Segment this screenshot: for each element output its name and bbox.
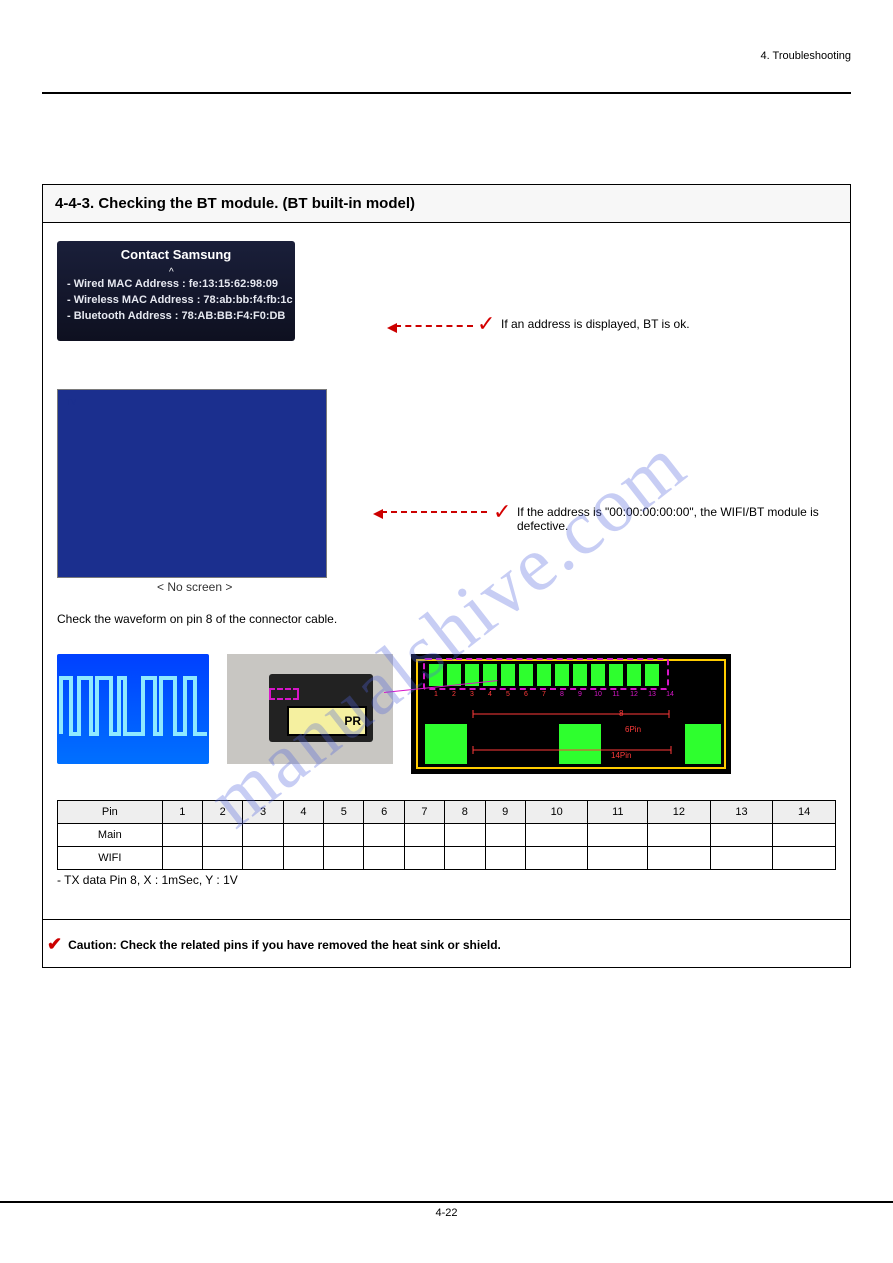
no-screen-caption: < No screen > — [157, 580, 836, 594]
svg-text:2: 2 — [452, 691, 456, 698]
caution-text: Caution: Check the related pins if you h… — [68, 938, 501, 952]
svg-text:6: 6 — [524, 691, 528, 698]
module-pr-label: PR — [287, 706, 367, 736]
pin-table: Pin1234567891011121314 Main WIFI — [57, 800, 836, 870]
svg-text:6Pin: 6Pin — [625, 725, 641, 734]
step3-label: Check the waveform on pin 8 of the conne… — [57, 612, 836, 626]
bt-mac: - Bluetooth Address : 78:AB:BB:F4:F0:DB — [67, 309, 293, 325]
table-row: Main — [58, 824, 836, 847]
wireless-mac: - Wireless MAC Address : 78:ab:bb:f4:fb:… — [67, 293, 293, 309]
svg-text:13: 13 — [648, 691, 656, 698]
pin-row-highlight — [423, 658, 669, 690]
wired-mac: - Wired MAC Address : fe:13:15:62:98:09 — [67, 277, 293, 293]
caution-check-icon: ✔ — [47, 934, 62, 955]
svg-text:7: 7 — [542, 691, 546, 698]
arrow-dashed-2 — [381, 511, 487, 513]
tv-hidden-label: TV — [66, 398, 76, 407]
svg-text:10: 10 — [594, 691, 602, 698]
svg-text:14: 14 — [666, 691, 674, 698]
svg-text:11: 11 — [612, 691, 619, 698]
svg-text:1: 1 — [434, 691, 438, 698]
svg-text:8: 8 — [560, 691, 564, 698]
contact-samsung-screenshot: Contact Samsung ^ - Wired MAC Address : … — [57, 241, 295, 341]
svg-text:12: 12 — [630, 691, 638, 698]
oscilloscope-waveform — [57, 654, 209, 764]
svg-text:5: 5 — [506, 691, 510, 698]
page-footer: 4-22 — [0, 1201, 893, 1219]
main-frame: 4-4-3. Checking the BT module. (BT built… — [42, 184, 851, 968]
section-title: 4-4-3. Checking the BT module. (BT built… — [43, 185, 850, 223]
tx-data-line: - TX data Pin 8, X : 1mSec, Y : 1V — [57, 873, 836, 887]
connector-highlight — [269, 688, 299, 700]
table-header: Pin1234567891011121314 — [58, 801, 836, 824]
check-icon: ✓ — [477, 311, 495, 337]
blue-screen: TV — [57, 389, 327, 578]
step1-label: If an address is displayed, BT is ok. — [501, 317, 690, 331]
pcb-layout: 1234567 891011121314 8 6Pin 14Pin — [411, 654, 731, 774]
svg-text:14Pin: 14Pin — [611, 751, 631, 760]
table-row: WIFI — [58, 847, 836, 870]
header-rule — [42, 92, 851, 94]
step2-label: If the address is "00:00:00:00:00", the … — [517, 505, 827, 533]
header-right: 4. Troubleshooting — [760, 50, 851, 62]
arrow-dashed-1 — [395, 325, 473, 327]
svg-text:4: 4 — [488, 691, 492, 698]
svg-text:3: 3 — [470, 691, 474, 698]
svg-text:9: 9 — [578, 691, 582, 698]
check-icon: ✓ — [493, 499, 511, 525]
bt-module-photo: PR — [227, 654, 393, 764]
contact-title: Contact Samsung — [57, 247, 295, 262]
